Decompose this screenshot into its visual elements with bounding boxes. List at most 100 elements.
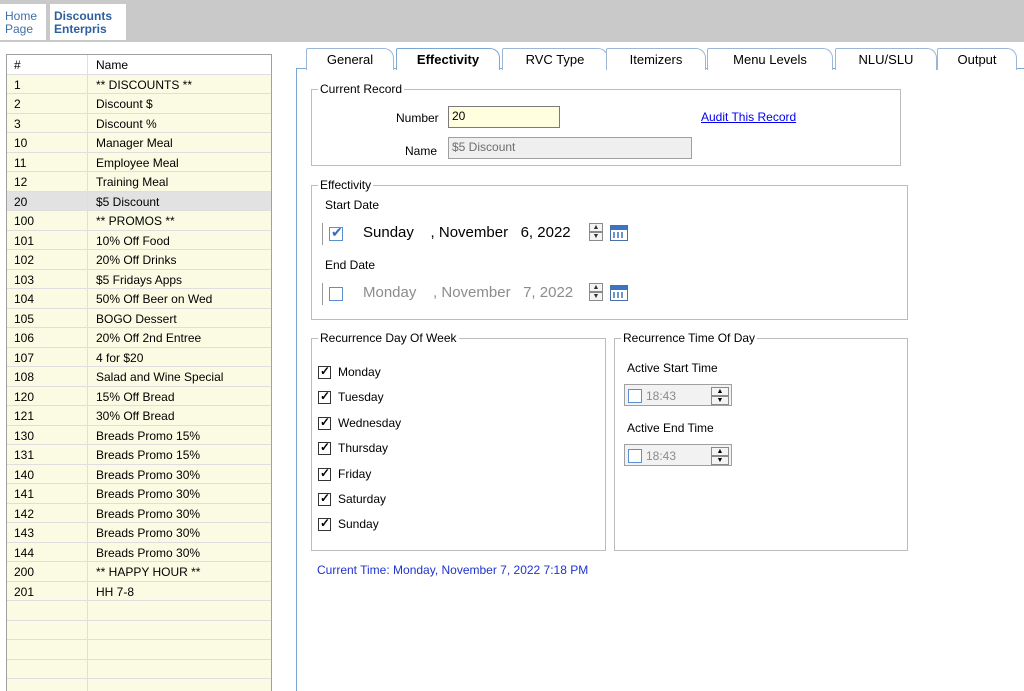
end-date-rest: , November 7, 2022	[433, 284, 574, 301]
column-divider	[87, 191, 88, 210]
column-header-name[interactable]: Name	[96, 58, 128, 72]
table-row[interactable]: 144 Breads Promo 30%	[7, 542, 271, 562]
row-number: 141	[14, 487, 35, 501]
start-date-spin-up-icon[interactable]: ▲	[589, 223, 603, 232]
empty-row	[7, 620, 271, 640]
record-grid[interactable]: # Name 1 ** DISCOUNTS ** 2 Discount $ 3 Disco…	[6, 54, 272, 691]
end-time-spin-down-icon[interactable]: ▼	[711, 456, 729, 465]
tab-output[interactable]: Output	[937, 48, 1017, 70]
table-row[interactable]: 107 4 for $20	[7, 347, 271, 367]
row-number: 20	[14, 194, 28, 209]
checkbox[interactable]: ✓	[318, 440, 331, 456]
active-end-time-field[interactable]: 18:43 ▲ ▼	[624, 444, 732, 466]
table-row[interactable]: 103 $5 Fridays Apps	[7, 269, 271, 289]
checkbox[interactable]: ✓	[318, 415, 331, 430]
table-row[interactable]: 1 ** DISCOUNTS **	[7, 74, 271, 94]
table-row[interactable]: 2 Discount $	[7, 94, 271, 114]
table-row[interactable]: 101 10% Off Food	[7, 230, 271, 250]
day-label: Wednesday	[338, 415, 402, 430]
table-row[interactable]: 142 Breads Promo 30%	[7, 503, 271, 523]
table-row[interactable]: 106 20% Off 2nd Entree	[7, 328, 271, 348]
start-date-rest: , November 6, 2022	[430, 224, 571, 241]
checkbox[interactable]: ✓	[318, 466, 331, 481]
recurrence-dow-legend: Recurrence Day Of Week	[320, 331, 457, 345]
table-row[interactable]: 105 BOGO Dessert	[7, 308, 271, 328]
name-label: Name	[405, 144, 438, 158]
name-field[interactable]: $5 Discount	[448, 137, 692, 159]
breadcrumb-current-page[interactable]: Discounts Enterpris	[50, 4, 126, 40]
end-time-spin-up-icon[interactable]: ▲	[711, 447, 729, 456]
table-row[interactable]: 11 Employee Meal	[7, 152, 271, 172]
table-row[interactable]: 201 HH 7-8	[7, 581, 271, 601]
table-row[interactable]: 12 Training Meal	[7, 172, 271, 192]
end-date-picker[interactable]: ✔ Monday , November 7, 2022 ▲ ▼	[322, 281, 643, 307]
check-icon: ✓	[320, 440, 331, 455]
column-divider	[87, 523, 88, 542]
column-divider	[87, 620, 88, 639]
table-row[interactable]: 200 ** HAPPY HOUR **	[7, 562, 271, 582]
table-row[interactable]: 102 20% Off Drinks	[7, 250, 271, 270]
check-icon: ✓	[320, 364, 331, 378]
table-row[interactable]: 130 Breads Promo 15%	[7, 425, 271, 445]
table-row[interactable]: 108 Salad and Wine Special	[7, 367, 271, 387]
tab-rvc-type[interactable]: RVC Type	[502, 48, 608, 70]
checkbox[interactable]: ✓	[318, 491, 331, 506]
end-date-calendar-icon[interactable]	[610, 285, 628, 301]
active-start-time-field[interactable]: 18:43 ▲ ▼	[624, 384, 732, 406]
column-divider	[87, 230, 88, 249]
number-label: Number	[396, 111, 439, 125]
tab-general[interactable]: General	[306, 48, 394, 70]
checkbox[interactable]: ✓	[318, 516, 331, 532]
start-date-checkbox[interactable]: ✔	[329, 224, 343, 241]
top-bar: Home Page Discounts Enterpris	[0, 0, 1024, 42]
row-number: 2	[14, 97, 21, 111]
checkbox[interactable]: ✓	[318, 389, 331, 405]
tab-nlu-slu[interactable]: NLU/SLU	[835, 48, 937, 70]
row-number: 103	[14, 272, 35, 287]
column-header-number[interactable]: #	[14, 58, 21, 72]
breadcrumb-home-page[interactable]: Home Page	[0, 4, 46, 40]
end-date-checkbox[interactable]: ✔	[329, 287, 343, 301]
number-field[interactable]: 20	[448, 106, 560, 128]
table-row[interactable]: 141 Breads Promo 30%	[7, 484, 271, 504]
end-date-spin-up-icon[interactable]: ▲	[589, 283, 603, 292]
table-row[interactable]: 20 $5 Discount	[7, 191, 271, 211]
audit-record-link[interactable]: Audit This Record	[701, 110, 796, 124]
table-row[interactable]: 140 Breads Promo 30%	[7, 464, 271, 484]
table-row[interactable]: 143 Breads Promo 30%	[7, 523, 271, 543]
start-time-spin-up-icon[interactable]: ▲	[711, 387, 729, 396]
row-name: Breads Promo 30%	[96, 487, 201, 501]
row-number: 201	[14, 584, 35, 599]
end-time-checkbox[interactable]	[628, 449, 642, 463]
row-number: 10	[14, 136, 28, 150]
column-divider	[87, 328, 88, 347]
start-time-checkbox[interactable]	[628, 389, 642, 403]
column-divider	[87, 250, 88, 269]
table-row[interactable]: 10 Manager Meal	[7, 133, 271, 153]
tab-itemizers[interactable]: Itemizers	[606, 48, 706, 70]
checkbox[interactable]: ✓	[318, 364, 331, 379]
tab-effectivity[interactable]: Effectivity	[396, 48, 500, 70]
row-name: Discount %	[96, 116, 157, 131]
table-row[interactable]: 104 50% Off Beer on Wed	[7, 289, 271, 309]
start-date-calendar-icon[interactable]	[610, 225, 628, 241]
row-number: 101	[14, 233, 35, 248]
row-name: Salad and Wine Special	[96, 370, 224, 384]
row-number: 142	[14, 506, 35, 521]
start-time-spin-down-icon[interactable]: ▼	[711, 396, 729, 405]
table-row[interactable]: 3 Discount %	[7, 113, 271, 133]
check-icon: ✔	[331, 224, 343, 240]
row-number: 1	[14, 77, 21, 92]
table-row[interactable]: 120 15% Off Bread	[7, 386, 271, 406]
table-row[interactable]: 131 Breads Promo 15%	[7, 445, 271, 465]
end-date-spin-down-icon[interactable]: ▼	[589, 292, 603, 301]
column-divider	[87, 679, 88, 691]
row-number: 108	[14, 370, 35, 384]
start-date-picker[interactable]: ✔ Sunday , November 6, 2022 ▲ ▼	[322, 221, 643, 247]
tab-menu-levels[interactable]: Menu Levels	[707, 48, 833, 70]
end-date-text[interactable]: Monday , November 7, 2022	[363, 284, 573, 301]
table-row[interactable]: 100 ** PROMOS **	[7, 211, 271, 231]
table-row[interactable]: 121 30% Off Bread	[7, 406, 271, 426]
start-date-spin-down-icon[interactable]: ▼	[589, 232, 603, 241]
start-date-text[interactable]: Sunday , November 6, 2022	[363, 224, 571, 241]
